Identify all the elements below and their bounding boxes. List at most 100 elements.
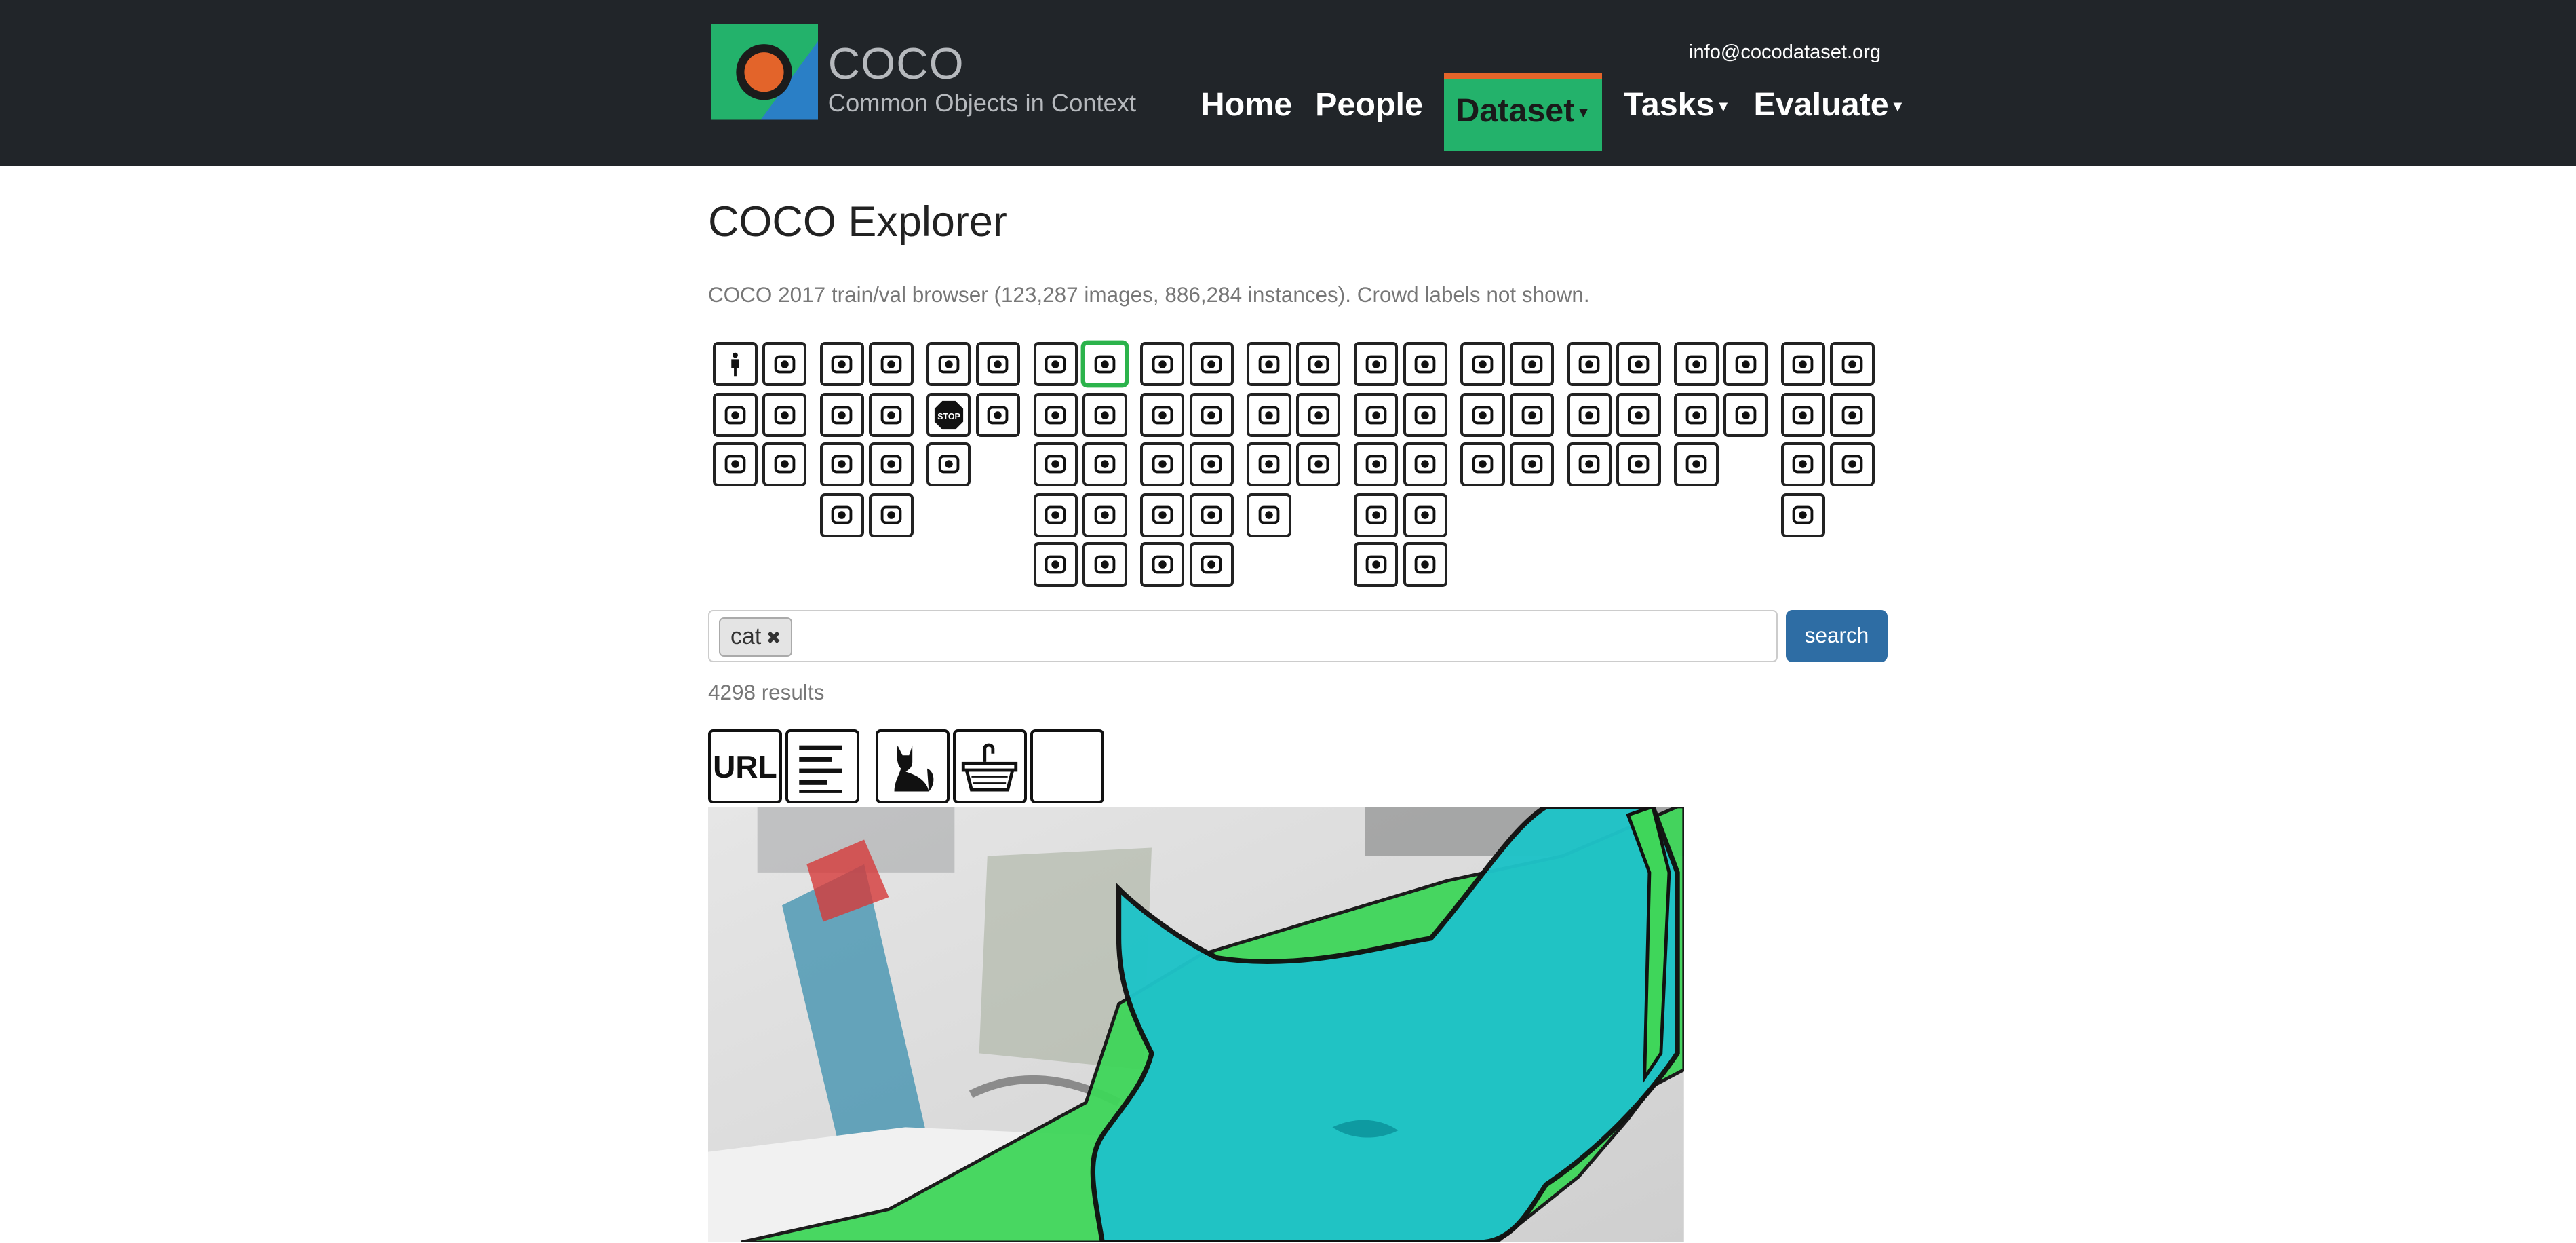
category-couch-button[interactable] bbox=[1509, 341, 1555, 387]
category-elephant-button[interactable] bbox=[1033, 493, 1078, 538]
category-potted-plant-button[interactable] bbox=[1460, 392, 1505, 438]
category-bench-button[interactable] bbox=[926, 442, 971, 486]
category-cow-button[interactable] bbox=[1082, 442, 1127, 486]
category-toilet-button[interactable] bbox=[1509, 442, 1555, 486]
category-wine-glass-button[interactable] bbox=[1296, 341, 1341, 387]
search-chip-cat[interactable]: cat ✖ bbox=[719, 617, 793, 657]
category-skis-button[interactable] bbox=[1189, 341, 1234, 387]
nav-home[interactable]: Home bbox=[1190, 73, 1304, 151]
remove-chip-icon[interactable]: ✖ bbox=[766, 628, 781, 648]
category-zebra-button[interactable] bbox=[1033, 542, 1078, 587]
category-sports-ball-button[interactable] bbox=[1189, 392, 1234, 438]
brand-subtitle[interactable]: Common Objects in Context bbox=[828, 89, 1136, 117]
category-cup-button[interactable] bbox=[1247, 392, 1291, 438]
category-motorcycle-button[interactable] bbox=[819, 392, 865, 438]
category-car-button[interactable] bbox=[869, 341, 914, 387]
category-umbrella-button[interactable] bbox=[713, 392, 758, 438]
show-cat-button[interactable] bbox=[876, 729, 950, 804]
category-suitcase-button[interactable] bbox=[762, 442, 807, 486]
category-fire-hydrant-button[interactable] bbox=[975, 341, 1021, 387]
category-stop-sign-button[interactable]: STOP bbox=[926, 392, 971, 438]
category-remote-button[interactable] bbox=[1567, 392, 1612, 438]
url-button[interactable]: URL bbox=[707, 729, 782, 804]
category-dining-table-button[interactable] bbox=[1460, 442, 1505, 486]
annotated-image[interactable] bbox=[707, 807, 1684, 1243]
category-teddy-bear-button[interactable] bbox=[1780, 442, 1826, 486]
category-tennis-racket-button[interactable] bbox=[1189, 542, 1234, 587]
category-cake-button[interactable] bbox=[1403, 542, 1447, 587]
category-airplane-button[interactable] bbox=[869, 392, 914, 438]
category-bed-button[interactable] bbox=[1509, 392, 1555, 438]
empty-tool-button[interactable] bbox=[1030, 729, 1104, 804]
category-surfboard-button[interactable] bbox=[1139, 542, 1185, 587]
oven-icon bbox=[1735, 355, 1756, 373]
category-fork-button[interactable] bbox=[1296, 392, 1341, 438]
category-backpack-button[interactable] bbox=[762, 341, 807, 387]
category-tie-button[interactable] bbox=[713, 442, 758, 486]
category-banana-button[interactable] bbox=[1353, 341, 1399, 387]
category-dog-button[interactable] bbox=[1033, 392, 1078, 438]
category-sandwich-button[interactable] bbox=[1353, 392, 1399, 438]
category-baseball-glove-button[interactable] bbox=[1139, 493, 1185, 538]
category-donut-button[interactable] bbox=[1353, 542, 1399, 587]
category-bird-button[interactable] bbox=[1033, 341, 1078, 387]
category-book-button[interactable] bbox=[1780, 341, 1826, 387]
nav-evaluate[interactable]: Evaluate ▼ bbox=[1742, 73, 1916, 151]
show-sink-button[interactable] bbox=[952, 729, 1027, 804]
category-tv-button[interactable] bbox=[1567, 341, 1612, 387]
category-microwave-button[interactable] bbox=[1674, 341, 1719, 387]
category-laptop-button[interactable] bbox=[1616, 341, 1661, 387]
contact-email[interactable]: info@cocodataset.org bbox=[1689, 41, 1881, 64]
category-bicycle-button[interactable] bbox=[819, 341, 865, 387]
category-toothbrush-button[interactable] bbox=[1780, 493, 1826, 538]
caption-button[interactable] bbox=[785, 729, 859, 804]
category-apple-button[interactable] bbox=[1403, 341, 1447, 387]
category-hair-drier-button[interactable] bbox=[1830, 442, 1875, 486]
category-orange-button[interactable] bbox=[1403, 392, 1447, 438]
category-sink-button[interactable] bbox=[1723, 392, 1768, 438]
category-frisbee-button[interactable] bbox=[1139, 341, 1185, 387]
category-sheep-button[interactable] bbox=[1033, 442, 1078, 486]
category-bowl-button[interactable] bbox=[1247, 493, 1291, 538]
category-clock-button[interactable] bbox=[1830, 341, 1875, 387]
nav-tasks[interactable]: Tasks ▼ bbox=[1612, 73, 1742, 151]
category-broccoli-button[interactable] bbox=[1353, 442, 1399, 486]
category-traffic-light-button[interactable] bbox=[926, 341, 971, 387]
category-scissors-button[interactable] bbox=[1830, 392, 1875, 438]
category-spoon-button[interactable] bbox=[1296, 442, 1341, 486]
category-bus-button[interactable] bbox=[819, 442, 865, 486]
category-carrot-button[interactable] bbox=[1403, 442, 1447, 486]
category-hot-dog-button[interactable] bbox=[1353, 493, 1399, 538]
category-horse-button[interactable] bbox=[1082, 392, 1127, 438]
category-knife-button[interactable] bbox=[1247, 442, 1291, 486]
nav-people[interactable]: People bbox=[1304, 73, 1435, 151]
category-bottle-button[interactable] bbox=[1247, 341, 1291, 387]
category-person-button[interactable] bbox=[713, 341, 758, 387]
category-keyboard-button[interactable] bbox=[1567, 442, 1612, 486]
category-cell-phone-button[interactable] bbox=[1616, 392, 1661, 438]
category-bear-button[interactable] bbox=[1082, 493, 1127, 538]
category-baseball-bat-button[interactable] bbox=[1189, 442, 1234, 486]
search-input[interactable]: cat ✖ bbox=[707, 609, 1778, 663]
search-button[interactable]: search bbox=[1785, 609, 1888, 663]
category-mouse-button[interactable] bbox=[1616, 442, 1661, 486]
category-boat-button[interactable] bbox=[869, 493, 914, 538]
category-parking-meter-button[interactable] bbox=[975, 392, 1021, 438]
category-oven-button[interactable] bbox=[1723, 341, 1768, 387]
category-giraffe-button[interactable] bbox=[1082, 542, 1127, 587]
category-snowboard-button[interactable] bbox=[1139, 392, 1185, 438]
nav-dataset[interactable]: Dataset ▼ bbox=[1444, 72, 1603, 151]
category-cat-button[interactable] bbox=[1082, 341, 1127, 387]
category-toaster-button[interactable] bbox=[1674, 392, 1719, 438]
category-vase-button[interactable] bbox=[1780, 392, 1826, 438]
category-truck-button[interactable] bbox=[819, 493, 865, 538]
coco-logo[interactable] bbox=[711, 24, 819, 120]
brand-title[interactable]: COCO bbox=[828, 38, 964, 89]
category-refrigerator-button[interactable] bbox=[1674, 442, 1719, 486]
category-chair-button[interactable] bbox=[1460, 341, 1505, 387]
category-handbag-button[interactable] bbox=[762, 392, 807, 438]
category-kite-button[interactable] bbox=[1139, 442, 1185, 486]
category-pizza-button[interactable] bbox=[1403, 493, 1447, 538]
category-skateboard-button[interactable] bbox=[1189, 493, 1234, 538]
category-train-button[interactable] bbox=[869, 442, 914, 486]
